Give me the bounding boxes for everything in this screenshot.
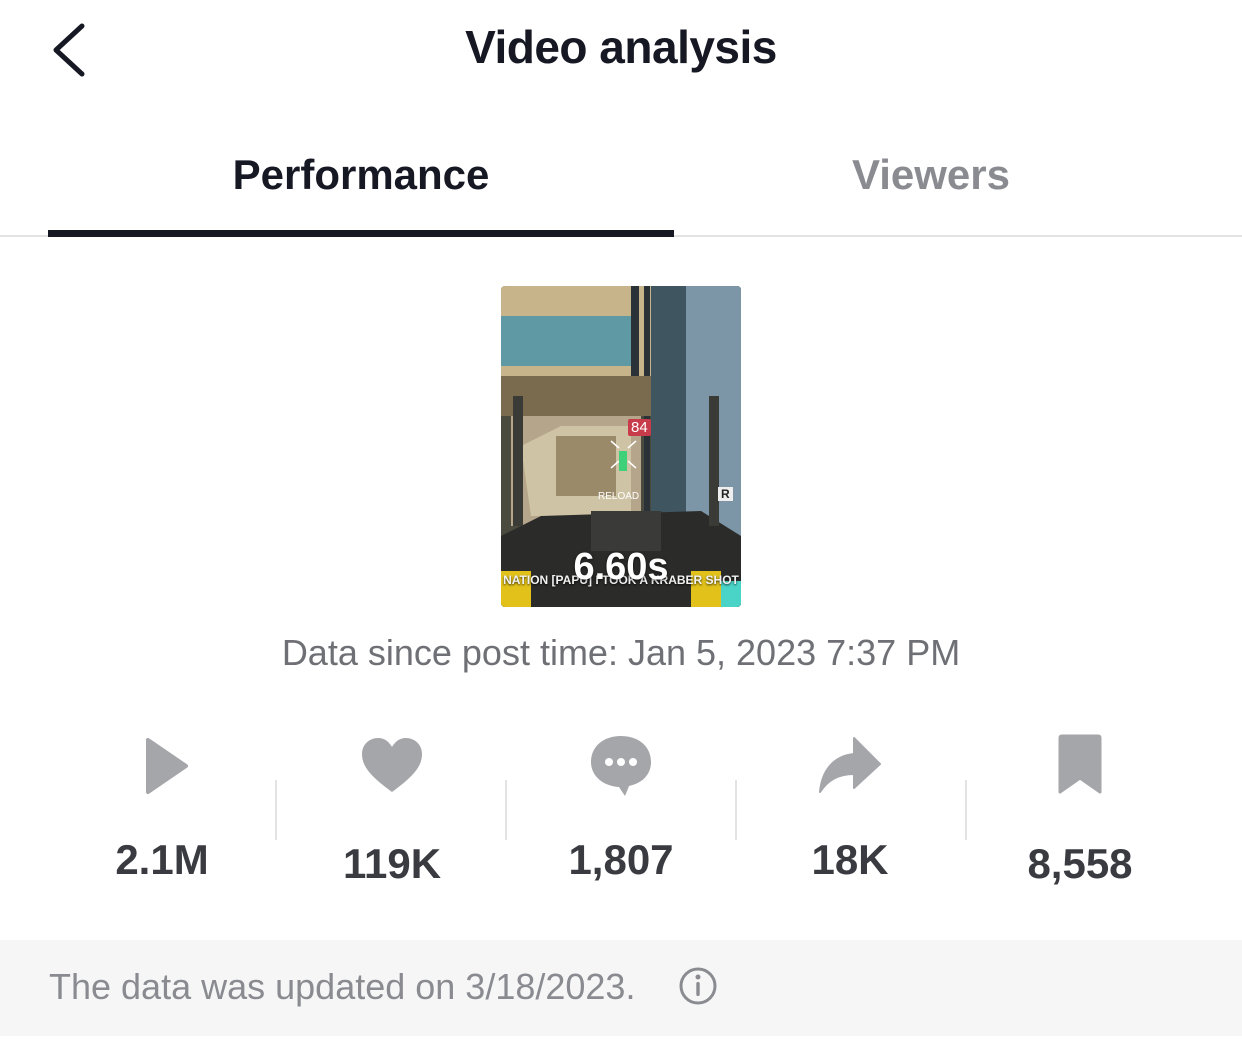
hud-reload-text: RELOAD	[598, 491, 640, 502]
comment-icon	[591, 736, 651, 796]
page-title: Video analysis	[465, 21, 777, 73]
heart-icon	[362, 738, 422, 792]
stats-row: 2.1M 119K 1,807 18K 8,558	[47, 720, 1195, 900]
video-analysis-screen: Video analysis Performance Viewers 84 RE…	[0, 0, 1242, 1044]
tab-bar: Performance Viewers	[0, 120, 1242, 237]
comments-count: 1,807	[568, 836, 674, 883]
stat-likes: 119K	[277, 720, 507, 900]
play-icon	[146, 738, 188, 794]
share-icon	[819, 737, 881, 793]
views-count: 2.1M	[115, 836, 209, 883]
tab-viewers[interactable]: Viewers	[618, 120, 1242, 235]
info-icon[interactable]	[678, 966, 718, 1006]
active-tab-indicator	[48, 230, 674, 237]
update-notice-text: The data was updated on 3/18/2023.	[49, 966, 636, 1007]
tab-viewers-label: Viewers	[851, 151, 1010, 198]
stat-favorites: 8,558	[965, 720, 1195, 900]
tab-performance[interactable]: Performance	[48, 120, 674, 235]
stat-comments: 1,807	[506, 720, 736, 900]
bookmark-icon	[1058, 734, 1102, 794]
stat-views: 2.1M	[47, 720, 277, 900]
video-thumbnail[interactable]: 84 RELOAD R NATION [PAPU] I TOOK A KRABE…	[501, 286, 741, 607]
tab-performance-label: Performance	[232, 151, 490, 198]
header: Video analysis	[0, 0, 1242, 100]
post-time-text: Data since post time: Jan 5, 2023 7:37 P…	[281, 632, 961, 673]
hud-key-r: R	[718, 487, 733, 501]
update-footer: The data was updated on 3/18/2023.	[0, 940, 1242, 1036]
hud-damage-number: 84	[628, 419, 651, 436]
stat-shares: 18K	[735, 720, 965, 900]
shares-count: 18K	[811, 836, 889, 883]
favorites-count: 8,558	[1027, 840, 1133, 887]
video-duration: 6.60s	[573, 546, 669, 588]
likes-count: 119K	[342, 840, 442, 887]
